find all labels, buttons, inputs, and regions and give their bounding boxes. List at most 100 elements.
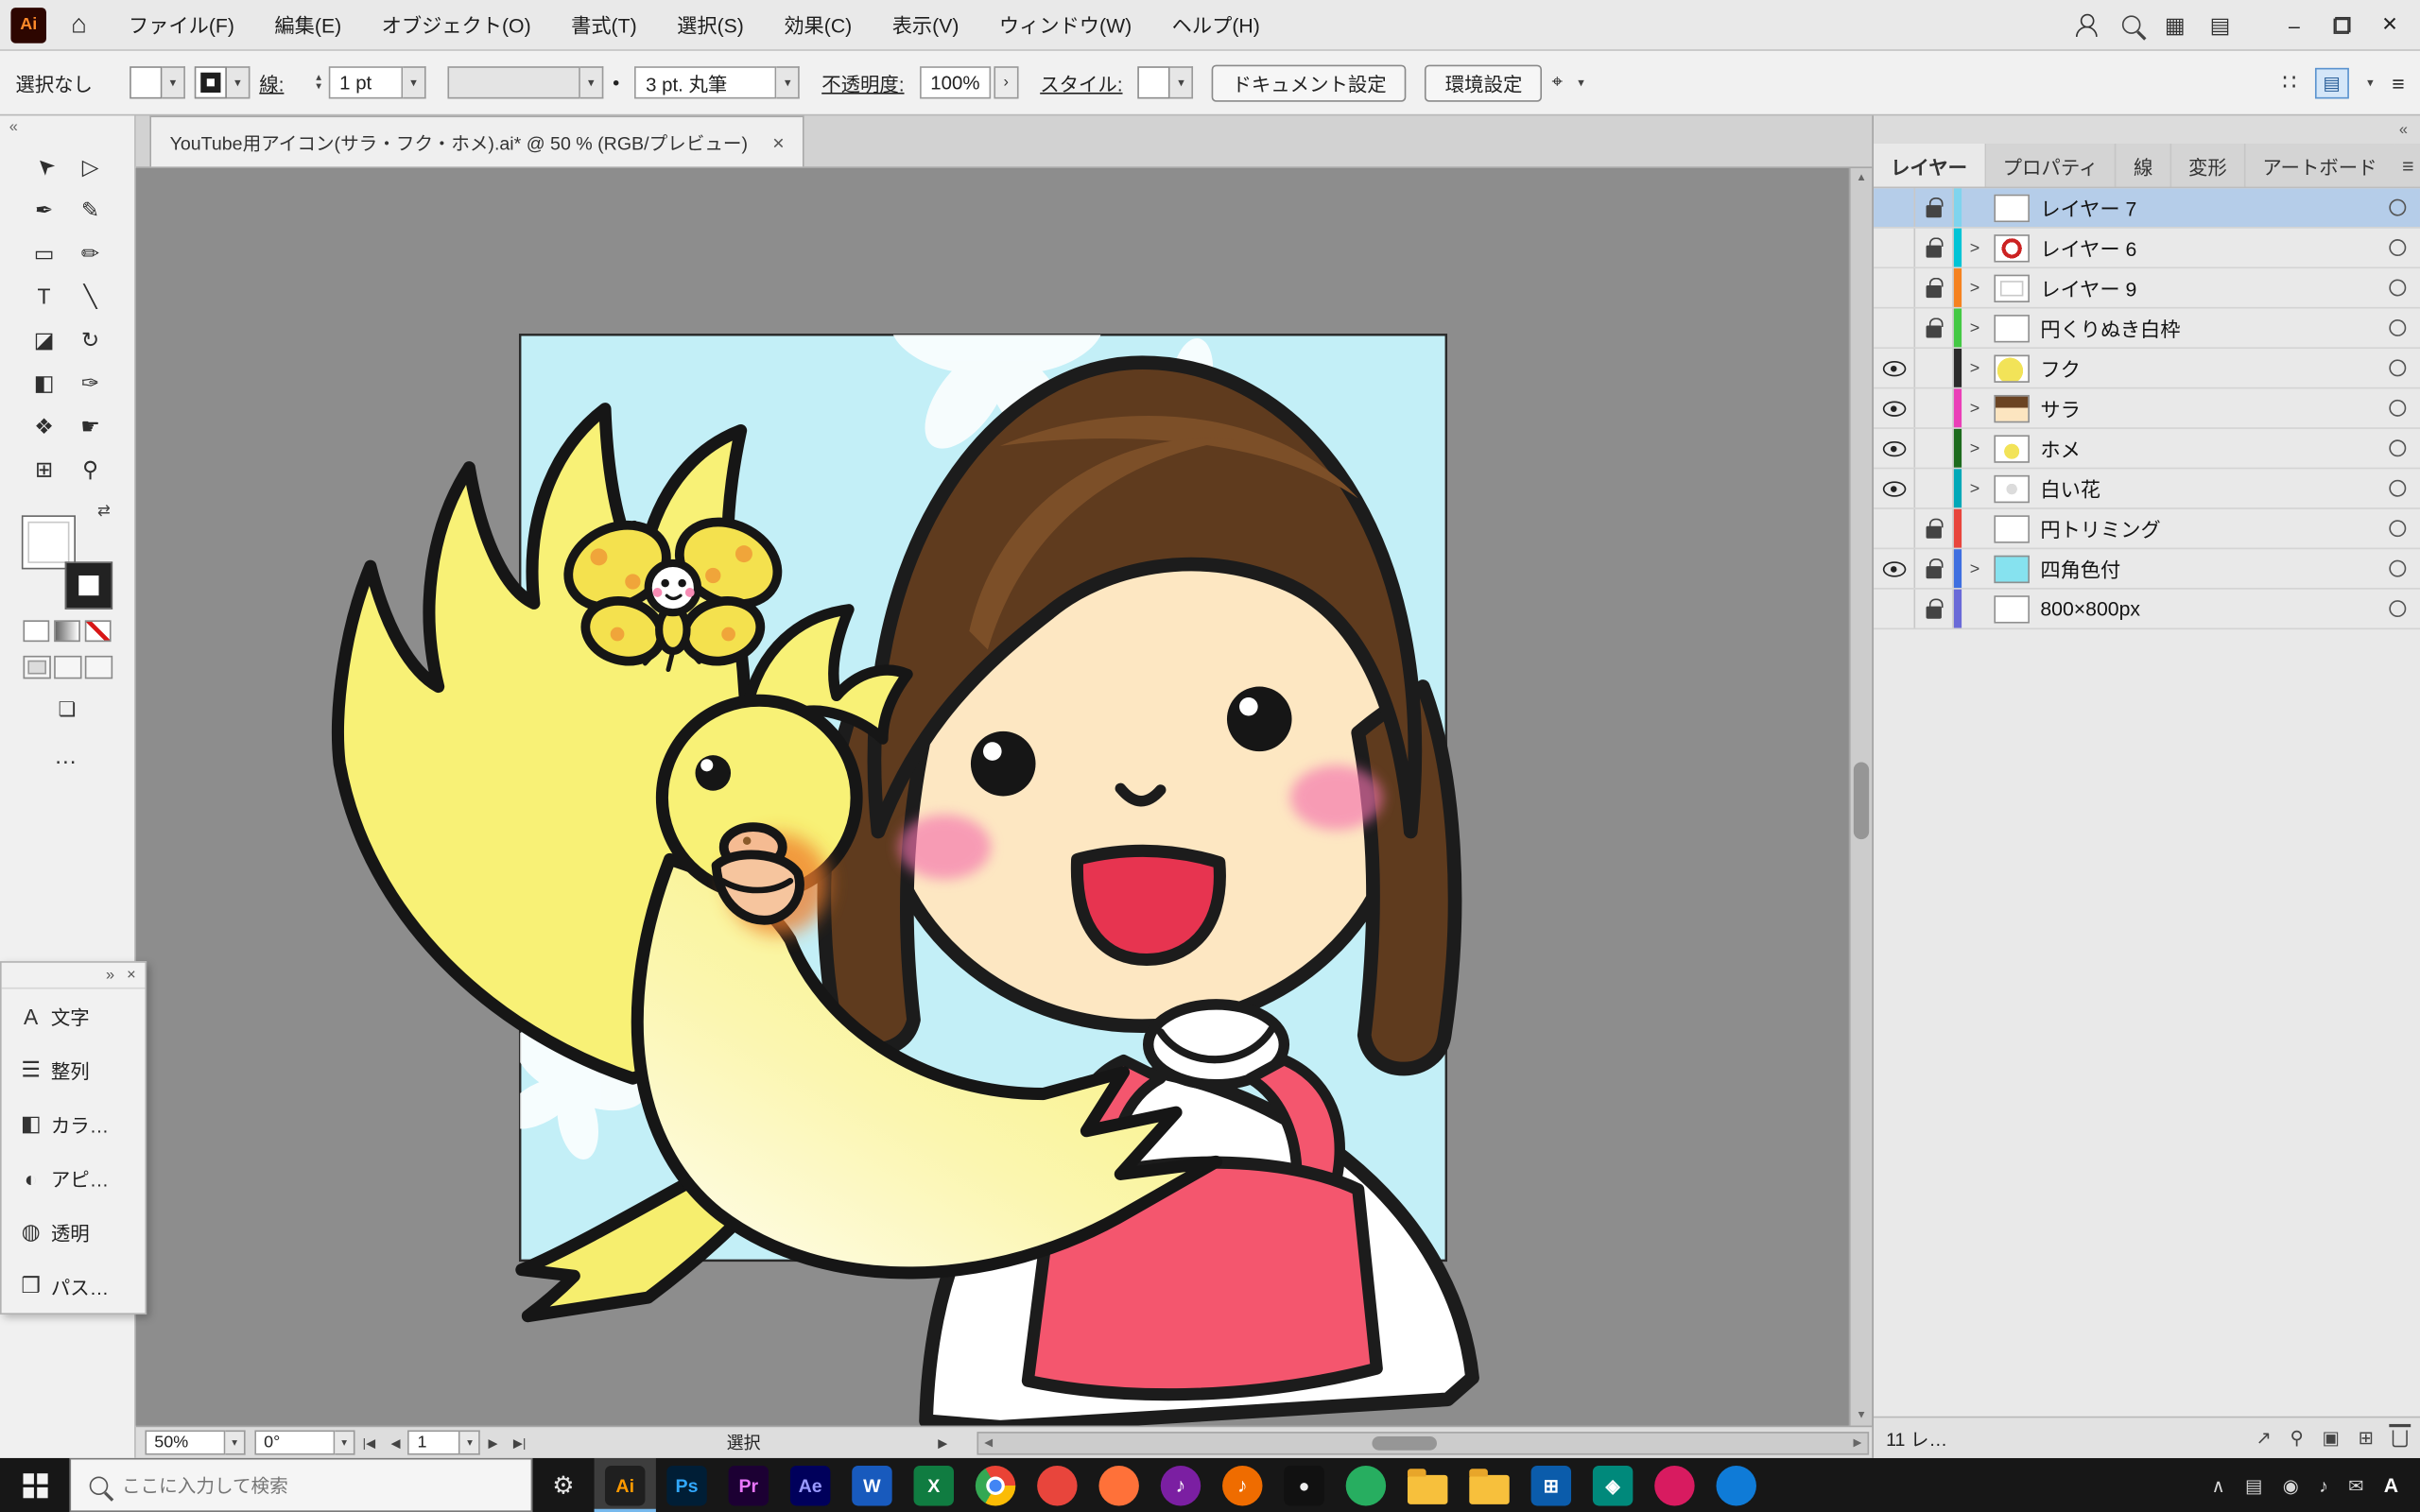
target-circle-icon[interactable] — [2389, 600, 2406, 617]
visibility-toggle[interactable] — [1874, 549, 1915, 588]
taskbar-app-excel[interactable]: X — [903, 1458, 964, 1512]
gradient-tool[interactable]: ◧ — [21, 361, 67, 404]
target-circle-icon[interactable] — [2389, 280, 2406, 297]
taskbar-app-photoshop[interactable]: Ps — [656, 1458, 717, 1512]
tray-icon-3[interactable]: ♪ — [2319, 1474, 2328, 1496]
paintbrush-tool[interactable]: ✏ — [67, 232, 113, 275]
zoom-tool[interactable]: ⚲ — [67, 447, 113, 490]
draw-normal-button[interactable] — [23, 656, 50, 679]
layer-row[interactable]: >ホメ — [1874, 429, 2420, 469]
status-expand-icon[interactable]: ▶ — [938, 1435, 947, 1450]
width-profile-dropdown[interactable]: ▾ — [580, 66, 603, 98]
eyedropper-tool[interactable]: ✑ — [67, 361, 113, 404]
taskbar-app-illustrator[interactable]: Ai — [595, 1458, 656, 1512]
zoom-level-field[interactable]: 50% — [145, 1430, 225, 1454]
stroke-label[interactable]: 線: — [259, 68, 284, 97]
visibility-toggle[interactable] — [1874, 229, 1915, 267]
cursor-options-icon[interactable]: ⌖ — [1551, 71, 1563, 94]
panel-layout-dropdown[interactable]: ▾ — [2367, 76, 2374, 90]
layer-row[interactable]: >サラ — [1874, 388, 2420, 428]
target-circle-icon[interactable] — [2389, 319, 2406, 336]
taskbar-search-input[interactable] — [122, 1474, 477, 1496]
dock-toggle-icon[interactable]: ▤ — [2210, 11, 2231, 38]
taskbar-app-media-purple[interactable]: ♪ — [1150, 1458, 1211, 1512]
dots-grid-icon[interactable]: ∷ — [2283, 69, 2297, 95]
visibility-toggle[interactable] — [1874, 509, 1915, 548]
stroke-swatch[interactable] — [195, 66, 227, 98]
last-artboard-button[interactable]: ▶| — [513, 1435, 526, 1450]
style-swatch[interactable] — [1138, 66, 1170, 98]
expand-arrow[interactable]: > — [1962, 229, 1988, 267]
controlbar-menu-icon[interactable]: ≡ — [2392, 70, 2404, 94]
taskbar-search[interactable] — [69, 1458, 532, 1512]
stroke-width-stepper[interactable]: ▴▾ — [309, 74, 329, 93]
brush-dropdown[interactable]: ▾ — [777, 66, 800, 98]
target-circle-icon[interactable] — [2389, 400, 2406, 417]
stroke-color-swatch[interactable] — [65, 563, 110, 608]
vertical-scroll-thumb[interactable] — [1854, 763, 1869, 840]
lock-toggle[interactable] — [1915, 349, 1954, 387]
gradient-button[interactable] — [54, 620, 80, 642]
settings-gear-icon[interactable]: ⚙ — [532, 1458, 594, 1512]
lock-toggle[interactable] — [1915, 188, 1954, 227]
restore-button[interactable] — [2318, 0, 2366, 50]
taskbar-app-folder-1[interactable] — [1397, 1458, 1459, 1512]
transparency-panel[interactable]: ◍透明 — [2, 1205, 146, 1259]
vertical-scrollbar[interactable]: ▲ ▼ — [1849, 168, 1872, 1426]
swap-fill-stroke-icon[interactable]: ⇄ — [97, 503, 111, 520]
taskbar-app-word[interactable]: W — [841, 1458, 903, 1512]
tray-icon-1[interactable]: ▤ — [2245, 1474, 2263, 1496]
workspace-switcher-icon[interactable]: ▦ — [2165, 11, 2186, 38]
draw-behind-button[interactable] — [53, 656, 80, 679]
fill-color-swatch[interactable] — [21, 515, 75, 569]
menu-item[interactable]: ヘルプ(H) — [1151, 0, 1280, 50]
tab-close-icon[interactable]: × — [772, 130, 784, 153]
draw-inside-button[interactable] — [84, 656, 112, 679]
taskbar-app-app-pink[interactable] — [1644, 1458, 1705, 1512]
lock-toggle[interactable] — [1915, 309, 1954, 348]
width-profile-field[interactable] — [447, 66, 579, 98]
layer-row[interactable]: 円トリミング — [1874, 509, 2420, 549]
account-icon[interactable] — [2074, 13, 2097, 36]
opacity-label[interactable]: 不透明度: — [821, 68, 904, 97]
lock-toggle[interactable] — [1915, 509, 1954, 548]
visibility-toggle[interactable] — [1874, 388, 1915, 427]
make-mask-icon[interactable]: ▣ — [2322, 1427, 2340, 1449]
prev-artboard-button[interactable]: ◀ — [390, 1435, 400, 1450]
rotation-field[interactable]: 0° — [254, 1430, 335, 1454]
target-circle-icon[interactable] — [2389, 560, 2406, 577]
opacity-more-button[interactable]: › — [994, 66, 1018, 98]
taskbar-app-browser-orange[interactable] — [1088, 1458, 1150, 1512]
collect-export-icon[interactable]: ↗ — [2256, 1427, 2272, 1449]
fill-stroke-indicator[interactable]: ⇄ — [18, 509, 116, 611]
scroll-right-icon[interactable]: ▶ — [1847, 1436, 1867, 1449]
visibility-toggle[interactable] — [1874, 268, 1915, 307]
next-artboard-button[interactable]: ▶ — [489, 1435, 498, 1450]
layer-row[interactable]: レイヤー 7 — [1874, 188, 2420, 228]
search-icon[interactable] — [2121, 15, 2140, 34]
target-circle-icon[interactable] — [2389, 359, 2406, 376]
edit-toolbar-icon[interactable]: … — [0, 744, 134, 770]
style-label[interactable]: スタイル: — [1040, 68, 1122, 97]
menu-item[interactable]: 表示(V) — [872, 0, 978, 50]
pathfinder-panel[interactable]: ❒パス… — [2, 1259, 146, 1313]
artboard-tool[interactable]: ⊞ — [21, 447, 67, 490]
panel-tab[interactable]: レイヤー — [1874, 144, 1986, 187]
taskbar-app-chrome[interactable] — [964, 1458, 1026, 1512]
stroke-width-dropdown[interactable]: ▾ — [403, 66, 425, 98]
layer-row[interactable]: >レイヤー 9 — [1874, 268, 2420, 308]
collapse-panels-icon[interactable]: « — [2399, 121, 2408, 138]
target-circle-icon[interactable] — [2389, 199, 2406, 216]
panel-tab[interactable]: 変形 — [2171, 144, 2245, 187]
menu-item[interactable]: 編集(E) — [254, 0, 361, 50]
menu-item[interactable]: オブジェクト(O) — [361, 0, 550, 50]
menu-item[interactable]: 書式(T) — [551, 0, 657, 50]
taskbar-app-audio-orange[interactable]: ♪ — [1212, 1458, 1273, 1512]
fill-dropdown[interactable]: ▾ — [162, 66, 184, 98]
close-panel-icon[interactable]: × — [127, 967, 136, 984]
minimize-button[interactable]: – — [2271, 0, 2319, 50]
rotate-tool[interactable]: ↻ — [67, 318, 113, 361]
horizontal-scrollbar[interactable]: ◀ ▶ — [977, 1431, 1869, 1453]
color-button[interactable] — [23, 620, 49, 642]
tray-icon-2[interactable]: ◉ — [2283, 1474, 2299, 1496]
